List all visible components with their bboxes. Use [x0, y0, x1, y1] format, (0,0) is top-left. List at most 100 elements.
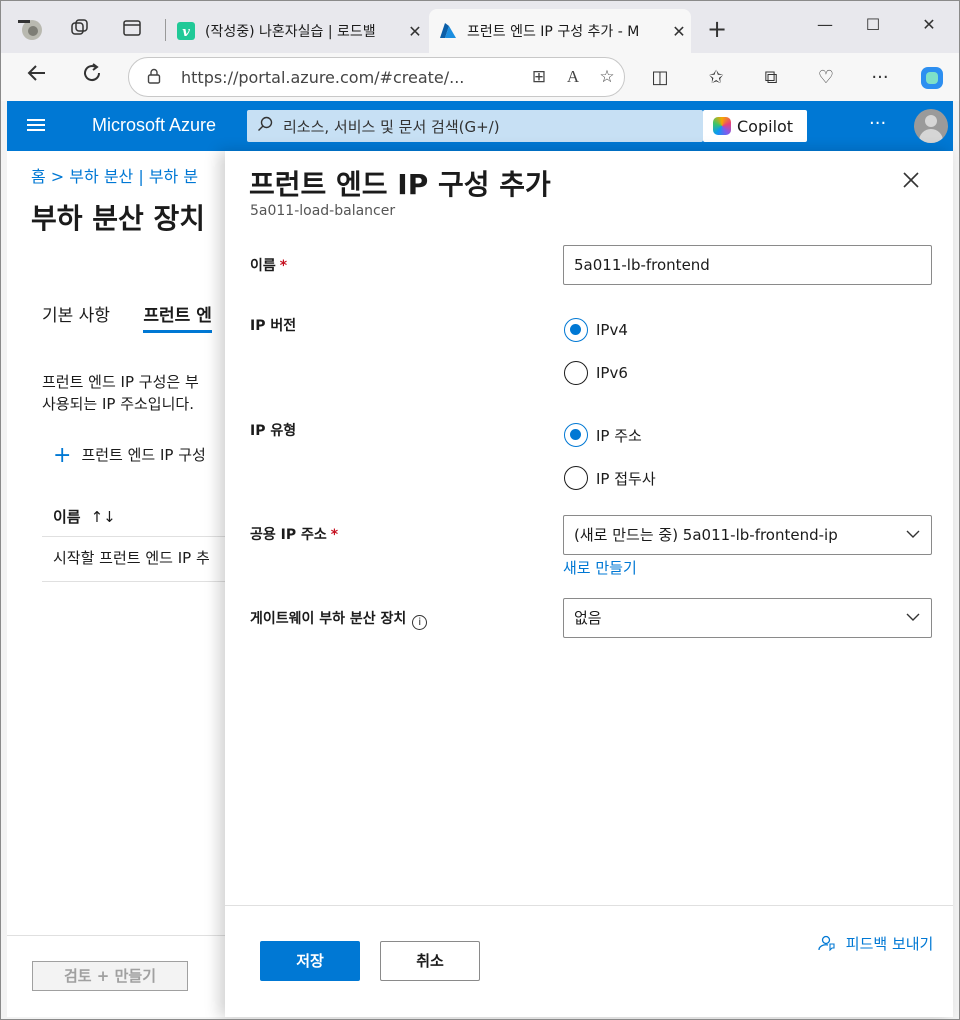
info-icon[interactable]: i — [412, 615, 428, 630]
minimize-button[interactable]: — — [803, 9, 847, 41]
split-screen-icon[interactable]: ◫ — [645, 65, 675, 91]
radio-selected-icon — [564, 318, 588, 342]
tab-divider — [165, 19, 166, 41]
save-button[interactable]: 저장 — [260, 941, 360, 981]
name-field[interactable]: 5a011-lb-frontend — [563, 245, 932, 285]
public-ip-label-text: 공용 IP 주소 — [250, 527, 327, 543]
cancel-button[interactable]: 취소 — [380, 941, 480, 981]
ip-version-label: IP 버전 — [250, 318, 297, 334]
radio-selected-icon — [564, 423, 588, 447]
tab-strip: v (작성중) 나혼자실습 | 로드밸 ✕ 프런트 엔드 IP 구성 추가 - … — [1, 1, 959, 53]
radio-ipv4[interactable]: IPv4 — [564, 318, 628, 342]
copilot-label: Copilot — [737, 116, 794, 136]
radio-label: IPv6 — [596, 364, 628, 382]
tab-title: (작성중) 나혼자실습 | 로드밸 — [205, 24, 376, 40]
copilot-button[interactable]: Copilot — [703, 110, 807, 142]
public-ip-dropdown[interactable]: (새로 만드는 중) 5a011-lb-frontend-ip — [563, 515, 932, 555]
name-label-text: 이름 — [250, 258, 276, 274]
tab-title: 프런트 엔드 IP 구성 추가 - M — [467, 24, 640, 40]
azure-a-icon — [439, 22, 457, 40]
tab-azure[interactable]: 프런트 엔드 IP 구성 추가 - M ✕ — [429, 9, 691, 53]
back-button[interactable] — [21, 61, 53, 93]
address-bar-row: https://portal.azure.com/#create/... ⊞ A… — [1, 53, 959, 101]
divider — [225, 905, 953, 906]
new-tab-button[interactable]: + — [701, 13, 733, 45]
tab-basics[interactable]: 기본 사항 — [42, 306, 110, 326]
workspaces-icon[interactable] — [65, 13, 95, 43]
description-line: 프런트 엔드 IP 구성은 부 — [42, 373, 199, 391]
ip-type-label: IP 유형 — [250, 423, 297, 439]
create-new-link[interactable]: 새로 만들기 — [563, 557, 637, 578]
close-tab-icon[interactable]: ✕ — [667, 22, 691, 41]
copilot-sidebar-icon[interactable] — [917, 65, 947, 91]
plus-icon: + — [53, 443, 72, 468]
wizard-tabs: 기본 사항 프런트 엔 — [42, 301, 240, 333]
radio-label: IP 주소 — [596, 426, 642, 445]
radio-ip-prefix[interactable]: IP 접두사 — [564, 466, 656, 490]
favorites-icon[interactable]: ✩ — [701, 65, 731, 91]
radio-label: IPv4 — [596, 321, 628, 339]
review-create-button[interactable]: 검토 + 만들기 — [32, 961, 188, 991]
table-header-name[interactable]: 이름 ↑↓ — [53, 506, 116, 527]
maximize-button[interactable]: ☐ — [851, 9, 895, 41]
radio-ipv6[interactable]: IPv6 — [564, 361, 628, 385]
blade-title: 프런트 엔드 IP 구성 추가 — [249, 168, 551, 201]
read-aloud-icon[interactable]: A — [556, 67, 590, 87]
url-field[interactable]: https://portal.azure.com/#create/... ⊞ A… — [128, 57, 625, 97]
refresh-button[interactable] — [76, 61, 108, 93]
close-tab-icon[interactable]: ✕ — [403, 22, 427, 41]
radio-label: IP 접두사 — [596, 469, 656, 488]
chevron-down-icon — [905, 599, 921, 652]
dropdown-value: 없음 — [574, 609, 602, 627]
radio-empty-icon — [564, 466, 588, 490]
gateway-label-text: 게이트웨이 부하 분산 장치 — [250, 611, 407, 627]
public-ip-label: 공용 IP 주소 * — [250, 524, 338, 544]
browser-window: v (작성중) 나혼자실습 | 로드밸 ✕ 프런트 엔드 IP 구성 추가 - … — [0, 0, 960, 1020]
blade-subtitle: 5a011-load-balancer — [250, 203, 396, 219]
favorite-star-icon[interactable]: ☆ — [590, 67, 624, 87]
browser-essentials-icon[interactable]: ♡ — [811, 65, 841, 91]
column-name-label: 이름 — [53, 508, 81, 526]
gateway-lb-dropdown[interactable]: 없음 — [563, 598, 932, 638]
close-icon[interactable] — [897, 169, 925, 197]
collections-icon[interactable]: ⧉ — [756, 65, 786, 91]
page-description: 프런트 엔드 IP 구성은 부 사용되는 IP 주소입니다. — [42, 371, 199, 415]
velog-v-icon: v — [177, 22, 195, 40]
tab-frontend[interactable]: 프런트 엔 — [143, 306, 212, 333]
tab-velog[interactable]: v (작성중) 나혼자실습 | 로드밸 ✕ — [171, 9, 427, 53]
chevron-down-icon — [905, 516, 921, 569]
tab-actions-icon[interactable] — [117, 13, 147, 43]
settings-more-icon[interactable]: ··· — [865, 65, 895, 91]
search-icon — [257, 116, 273, 136]
feedback-icon — [817, 935, 846, 953]
required-mark: * — [330, 527, 339, 543]
feedback-link[interactable]: 피드백 보내기 — [817, 933, 933, 954]
url-text: https://portal.azure.com/#create/... — [181, 67, 465, 87]
name-label: 이름 * — [250, 255, 287, 275]
search-placeholder: 리소스, 서비스 및 문서 검색(G+/) — [283, 117, 500, 136]
svg-text:v: v — [182, 25, 190, 40]
radio-empty-icon — [564, 361, 588, 385]
dropdown-value: (새로 만드는 중) 5a011-lb-frontend-ip — [574, 526, 838, 544]
required-mark: * — [279, 258, 288, 274]
add-frontend-button[interactable]: + 프런트 엔드 IP 구성 — [53, 443, 206, 468]
copilot-icon — [713, 117, 731, 135]
app-available-icon[interactable]: ⊞ — [522, 67, 556, 87]
close-window-button[interactable]: ✕ — [907, 9, 951, 41]
profile-icon[interactable] — [15, 13, 45, 43]
more-icon[interactable]: ··· — [869, 113, 886, 134]
sort-icon[interactable]: ↑↓ — [91, 508, 116, 526]
portal-menu-icon[interactable] — [25, 114, 47, 138]
description-line: 사용되는 IP 주소입니다. — [42, 395, 194, 413]
radio-ip-address[interactable]: IP 주소 — [564, 423, 642, 447]
feedback-label: 피드백 보내기 — [845, 935, 934, 953]
azure-brand[interactable]: Microsoft Azure — [92, 115, 216, 136]
add-frontend-label: 프런트 엔드 IP 구성 — [81, 446, 206, 464]
global-search-input[interactable]: 리소스, 서비스 및 문서 검색(G+/) — [247, 110, 703, 142]
breadcrumb[interactable]: 홈 > 부하 분산 | 부하 분 — [31, 163, 198, 187]
lock-icon[interactable] — [145, 68, 163, 86]
page-title: 부하 분산 장치 — [31, 202, 206, 235]
azure-header: Microsoft Azure 리소스, 서비스 및 문서 검색(G+/) Co… — [7, 101, 953, 151]
avatar[interactable] — [914, 109, 948, 143]
gateway-lb-label: 게이트웨이 부하 분산 장치 i — [250, 608, 428, 630]
